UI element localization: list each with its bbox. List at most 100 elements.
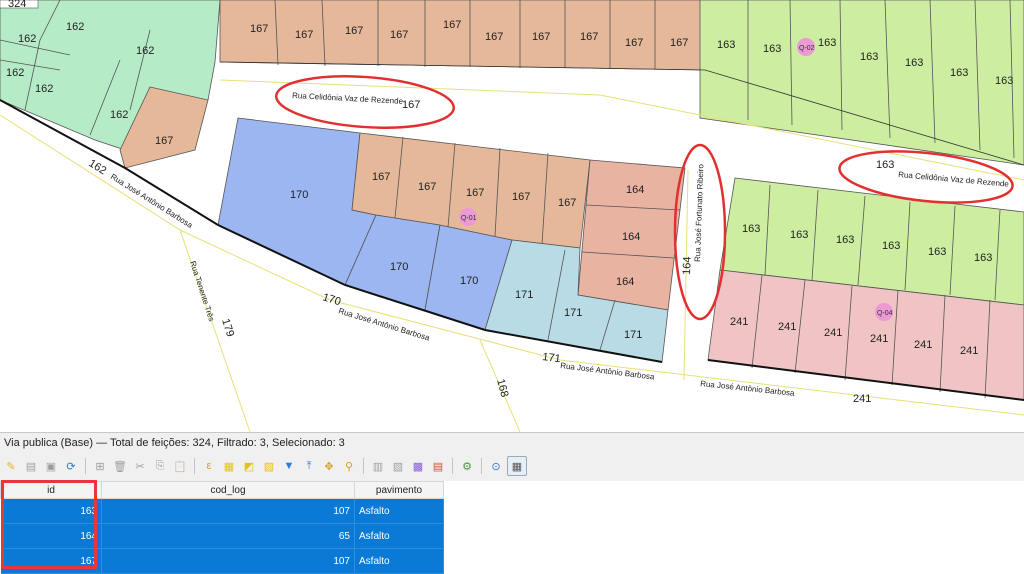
- parcel-label: 241: [960, 345, 978, 357]
- parcel-label: 164: [626, 184, 644, 196]
- select-all-icon[interactable]: ▦: [220, 457, 238, 475]
- parcel-label: 241: [870, 333, 888, 345]
- parcel-label: 241: [914, 339, 932, 351]
- parcel-label: 163: [974, 252, 992, 264]
- cell-pavimento[interactable]: Asfalto: [354, 498, 444, 524]
- parcel-label: 167: [155, 135, 173, 147]
- cell-pavimento[interactable]: Asfalto: [354, 523, 444, 549]
- svg-text:Rua Tenente Três: Rua Tenente Três: [188, 260, 216, 323]
- parcel-label: 170: [390, 261, 408, 273]
- parcel-label: 170: [460, 275, 478, 287]
- map-svg[interactable]: 167 167 167 167 167 167 167 167 167 167 …: [0, 0, 1024, 432]
- parcels-top-orange: [219, 0, 709, 71]
- attribute-table: id cod_log pavimento 163 107 Asfalto 164…: [0, 481, 1024, 574]
- point-label: Q-02: [799, 45, 815, 52]
- cell-pavimento[interactable]: Asfalto: [354, 548, 444, 574]
- filter-icon[interactable]: ▼: [280, 457, 298, 475]
- parcel-label: 164: [622, 231, 640, 243]
- parcel-label: 162: [136, 45, 154, 57]
- dock-icon[interactable]: ⊙: [487, 457, 505, 475]
- deselect-icon[interactable]: ▨: [260, 457, 278, 475]
- parcel-label: 164: [616, 276, 634, 288]
- parcel-label: 167: [485, 31, 503, 43]
- svg-text:171: 171: [542, 351, 562, 365]
- svg-text:Rua José Antônio Barbosa: Rua José Antônio Barbosa: [337, 306, 431, 342]
- parcel-label: 167: [295, 29, 313, 41]
- parcel-label: 171: [624, 329, 642, 341]
- pencil-icon[interactable]: ✎: [2, 457, 20, 475]
- new-field-icon[interactable]: ▥: [369, 457, 387, 475]
- add-feature-icon[interactable]: ⊞: [91, 457, 109, 475]
- delete-icon[interactable]: 🗑: [111, 457, 129, 475]
- parcel-label: 171: [515, 289, 533, 301]
- parcel-label: 167: [390, 29, 408, 41]
- cut-icon[interactable]: ✂: [131, 457, 149, 475]
- parcel-label: 167: [532, 31, 550, 43]
- parcel-label: 167: [670, 37, 688, 49]
- invert-selection-icon[interactable]: ◩: [240, 457, 258, 475]
- attribute-table-title: Via publica (Base) — Total de feições: 3…: [4, 437, 345, 449]
- parcel-label: 163: [860, 51, 878, 63]
- parcel-label: 167: [580, 31, 598, 43]
- parcel-label: 167: [418, 181, 436, 193]
- parcel-label: 163: [790, 229, 808, 241]
- parcel-label: 162: [18, 33, 36, 45]
- svg-text:Rua Celidônia Vaz de Rezende: Rua Celidônia Vaz de Rezende: [898, 170, 1010, 189]
- cell-cod-log[interactable]: 107: [101, 548, 355, 574]
- svg-text:Rua José Antônio Barbosa: Rua José Antônio Barbosa: [109, 172, 195, 230]
- point-label: Q-04: [877, 310, 893, 317]
- zoom-to-icon[interactable]: ⚲: [340, 457, 358, 475]
- expression-select-icon[interactable]: ε: [200, 457, 218, 475]
- parcel-label: 167: [443, 19, 461, 31]
- field-calculator-icon[interactable]: ▩: [409, 457, 427, 475]
- attribute-table-toolbar: ✎ ▤ ▣ ⟳ ⊞ 🗑 ✂ ⎘ 📋 ε ▦ ◩ ▨ ▼ ⤒ ✥ ⚲ ▥ ▧ ▩ …: [2, 455, 527, 477]
- save-icon[interactable]: ▣: [42, 457, 60, 475]
- svg-text:162: 162: [86, 157, 108, 177]
- id-column-highlight: [1, 480, 97, 569]
- column-header-cod-log[interactable]: cod_log: [101, 481, 355, 499]
- parcel-label: 163: [882, 240, 900, 252]
- cell-cod-log[interactable]: 107: [101, 498, 355, 524]
- svg-text:168: 168: [494, 378, 510, 399]
- svg-text:164: 164: [681, 256, 694, 275]
- paste-icon[interactable]: 📋: [171, 457, 189, 475]
- multi-edit-icon[interactable]: ▤: [22, 457, 40, 475]
- move-to-top-icon[interactable]: ⤒: [300, 457, 318, 475]
- svg-text:179: 179: [219, 317, 236, 338]
- parcel-label: 163: [742, 223, 760, 235]
- parcel-label: 167: [512, 191, 530, 203]
- parcel-label: 163: [717, 39, 735, 51]
- refresh-icon[interactable]: ⟳: [62, 457, 80, 475]
- parcel-label: 163: [836, 234, 854, 246]
- parcel-label: 167: [558, 197, 576, 209]
- actions-icon[interactable]: ⚙: [458, 457, 476, 475]
- parcel-label: 162: [110, 109, 128, 121]
- parcel-label: 162: [6, 67, 24, 79]
- svg-text:Rua José Fortunato Ribeiro: Rua José Fortunato Ribeiro: [693, 163, 705, 262]
- parcels-green-top: [699, 0, 1024, 166]
- column-header-pavimento[interactable]: pavimento: [354, 481, 444, 499]
- conditional-format-icon[interactable]: ▤: [429, 457, 447, 475]
- parcel-label: 162: [66, 21, 84, 33]
- parcel-label: 163: [763, 43, 781, 55]
- parcel-label: 241: [853, 393, 871, 405]
- delete-field-icon[interactable]: ▧: [389, 457, 407, 475]
- point-label: Q-01: [461, 215, 477, 222]
- parcel-label: 167: [402, 99, 420, 111]
- map-canvas[interactable]: 167 167 167 167 167 167 167 167 167 167 …: [0, 0, 1024, 432]
- copy-icon[interactable]: ⎘: [151, 457, 169, 475]
- parcel-label: 241: [730, 316, 748, 328]
- parcel-label: 167: [250, 23, 268, 35]
- cell-cod-log[interactable]: 65: [101, 523, 355, 549]
- table-view-icon[interactable]: ▦: [507, 456, 527, 476]
- parcel-label: 162: [35, 83, 53, 95]
- svg-text:Rua José Antônio Barbosa: Rua José Antônio Barbosa: [560, 361, 656, 382]
- parcel-label: 163: [995, 75, 1013, 87]
- parcel-label: 163: [905, 57, 923, 69]
- parcel-label: 241: [778, 321, 796, 333]
- parcel-label: 171: [564, 307, 582, 319]
- parcel-label: 163: [928, 246, 946, 258]
- parcel-label: 324: [8, 0, 26, 10]
- svg-text:170: 170: [321, 291, 342, 308]
- pan-to-icon[interactable]: ✥: [320, 457, 338, 475]
